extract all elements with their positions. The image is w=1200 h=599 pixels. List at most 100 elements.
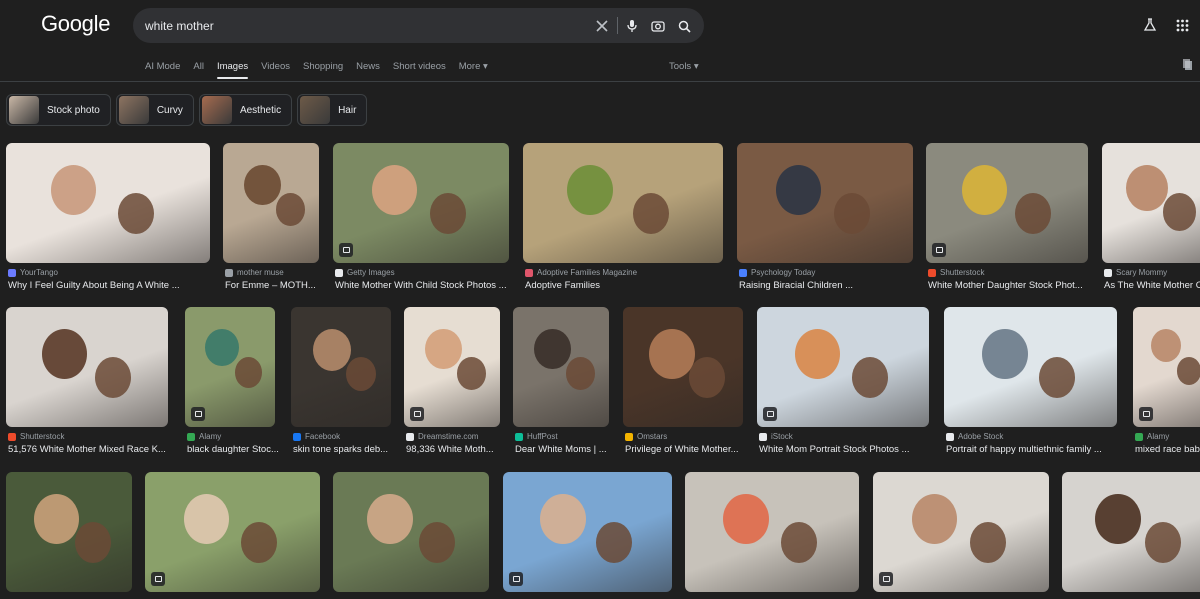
image-thumbnail[interactable] — [333, 143, 509, 263]
image-thumbnail[interactable] — [513, 307, 609, 427]
chip-aesthetic[interactable]: Aesthetic — [198, 94, 293, 126]
image-result[interactable]: Facebook skin tone sparks deb... — [291, 307, 391, 457]
image-thumbnail[interactable] — [685, 472, 859, 592]
result-title[interactable]: Portrait of happy multiethnic family ... — [946, 444, 1102, 455]
result-source[interactable]: Adoptive Families Magazine — [525, 268, 637, 277]
image-result[interactable]: Psychology Today Raising Biracial Childre… — [737, 143, 913, 293]
result-title[interactable]: Why I Feel Guilty About Being A White ..… — [8, 280, 180, 291]
image-result[interactable]: iStock White Mom Portrait Stock Photos ..… — [757, 307, 929, 457]
result-title[interactable]: Raising Biracial Children ... — [739, 280, 853, 291]
result-title[interactable]: 51,576 White Mother Mixed Race K... — [8, 444, 166, 455]
image-thumbnail[interactable] — [737, 143, 913, 263]
chip-stock-photo[interactable]: Stock photo — [6, 94, 111, 126]
tab-short-videos[interactable]: Short videos — [393, 61, 446, 81]
image-result[interactable]: Getty Images White Mother With Child Stoc… — [333, 143, 509, 293]
image-thumbnail[interactable] — [185, 307, 275, 427]
image-thumbnail[interactable] — [623, 307, 743, 427]
result-source[interactable]: Adobe Stock — [946, 432, 1003, 441]
result-source[interactable]: Dreamstime.com — [406, 432, 478, 441]
image-thumbnail[interactable] — [291, 307, 391, 427]
image-thumbnail[interactable] — [926, 143, 1088, 263]
clear-icon[interactable] — [593, 17, 611, 35]
result-source[interactable]: Getty Images — [335, 268, 395, 277]
image-result[interactable]: Adoptive Families Magazine Adoptive Famil… — [523, 143, 723, 293]
result-source[interactable]: Omstars — [625, 432, 667, 441]
apps-grid-icon[interactable] — [1172, 15, 1192, 35]
chip-hair[interactable]: Hair — [297, 94, 368, 126]
image-result[interactable] — [873, 472, 1049, 599]
result-source[interactable]: YourTango — [8, 268, 58, 277]
result-title[interactable]: mixed race baby — [1135, 444, 1200, 455]
result-source[interactable]: Scary Mommy — [1104, 268, 1167, 277]
image-result[interactable] — [685, 472, 859, 599]
image-result[interactable] — [503, 472, 672, 599]
result-title[interactable]: 98,336 White Moth... — [406, 444, 494, 455]
image-result[interactable] — [145, 472, 320, 599]
image-thumbnail[interactable] — [6, 307, 168, 427]
result-title[interactable]: Adoptive Families — [525, 280, 600, 291]
tab-more[interactable]: More ▾ — [459, 61, 488, 81]
image-result[interactable] — [6, 472, 132, 599]
result-source[interactable]: Facebook — [293, 432, 340, 441]
image-result[interactable]: mother muse For Emme – MOTH... — [223, 143, 319, 293]
search-icon[interactable] — [675, 17, 693, 35]
image-thumbnail[interactable] — [6, 472, 132, 592]
tab-all[interactable]: All — [193, 61, 204, 81]
result-title[interactable]: For Emme – MOTH... — [225, 280, 316, 291]
image-thumbnail[interactable] — [944, 307, 1117, 427]
tools-button[interactable]: Tools ▾ — [669, 61, 699, 72]
result-source[interactable]: mother muse — [225, 268, 284, 277]
result-title[interactable]: Dear White Moms | ... — [515, 444, 607, 455]
image-result[interactable]: Dreamstime.com 98,336 White Moth... — [404, 307, 500, 457]
tab-images[interactable]: Images — [216, 61, 249, 81]
image-result[interactable]: HuffPost Dear White Moms | ... — [513, 307, 609, 457]
camera-lens-icon[interactable] — [649, 17, 667, 35]
tab-shopping[interactable]: Shopping — [303, 61, 343, 81]
result-source[interactable]: Alamy — [187, 432, 221, 441]
image-thumbnail[interactable] — [333, 472, 489, 592]
image-result[interactable]: Alamy black daughter Stoc... — [185, 307, 279, 457]
image-result[interactable]: Alamy mixed race baby — [1133, 307, 1200, 457]
google-logo[interactable]: Google — [41, 11, 110, 37]
saved-bookmark-icon[interactable] — [1183, 58, 1194, 76]
image-thumbnail[interactable] — [145, 472, 320, 592]
result-source[interactable]: Shutterstock — [8, 432, 64, 441]
image-result[interactable]: Scary Mommy As The White Mother O... — [1102, 143, 1200, 293]
tab-videos[interactable]: Videos — [261, 61, 290, 81]
image-thumbnail[interactable] — [6, 143, 210, 263]
labs-flask-icon[interactable] — [1140, 15, 1160, 35]
image-result[interactable] — [333, 472, 489, 599]
image-thumbnail[interactable] — [523, 143, 723, 263]
tab-ai-mode[interactable]: AI Mode — [145, 61, 180, 81]
image-thumbnail[interactable] — [1062, 472, 1200, 592]
result-title[interactable]: skin tone sparks deb... — [293, 444, 388, 455]
result-title[interactable]: black daughter Stoc... — [187, 444, 279, 455]
result-source[interactable]: Alamy — [1135, 432, 1169, 441]
result-source[interactable]: Shutterstock — [928, 268, 984, 277]
image-thumbnail[interactable] — [1133, 307, 1200, 427]
result-title[interactable]: White Mother With Child Stock Photos ... — [335, 280, 507, 291]
image-thumbnail[interactable] — [404, 307, 500, 427]
image-thumbnail[interactable] — [223, 143, 319, 263]
image-thumbnail[interactable] — [873, 472, 1049, 592]
image-result[interactable]: Shutterstock 51,576 White Mother Mixed Ra… — [6, 307, 168, 457]
image-thumbnail[interactable] — [503, 472, 672, 592]
result-source[interactable]: iStock — [759, 432, 793, 441]
image-thumbnail[interactable] — [1102, 143, 1200, 263]
search-input[interactable] — [145, 8, 575, 43]
mic-icon[interactable] — [623, 17, 641, 35]
result-title[interactable]: As The White Mother O... — [1104, 280, 1200, 291]
result-title[interactable]: Privilege of White Mother... — [625, 444, 739, 455]
result-title[interactable]: White Mom Portrait Stock Photos ... — [759, 444, 909, 455]
chip-curvy[interactable]: Curvy — [115, 94, 194, 126]
image-result[interactable]: YourTango Why I Feel Guilty About Being A… — [6, 143, 210, 293]
result-source[interactable]: Psychology Today — [739, 268, 815, 277]
image-result[interactable] — [1062, 472, 1200, 599]
search-box[interactable] — [133, 8, 704, 43]
image-result[interactable]: Shutterstock White Mother Daughter Stock … — [926, 143, 1088, 293]
image-result[interactable]: Omstars Privilege of White Mother... — [623, 307, 743, 457]
image-thumbnail[interactable] — [757, 307, 929, 427]
image-result[interactable]: Adobe Stock Portrait of happy multiethnic… — [944, 307, 1117, 457]
result-source[interactable]: HuffPost — [515, 432, 558, 441]
result-title[interactable]: White Mother Daughter Stock Phot... — [928, 280, 1083, 291]
